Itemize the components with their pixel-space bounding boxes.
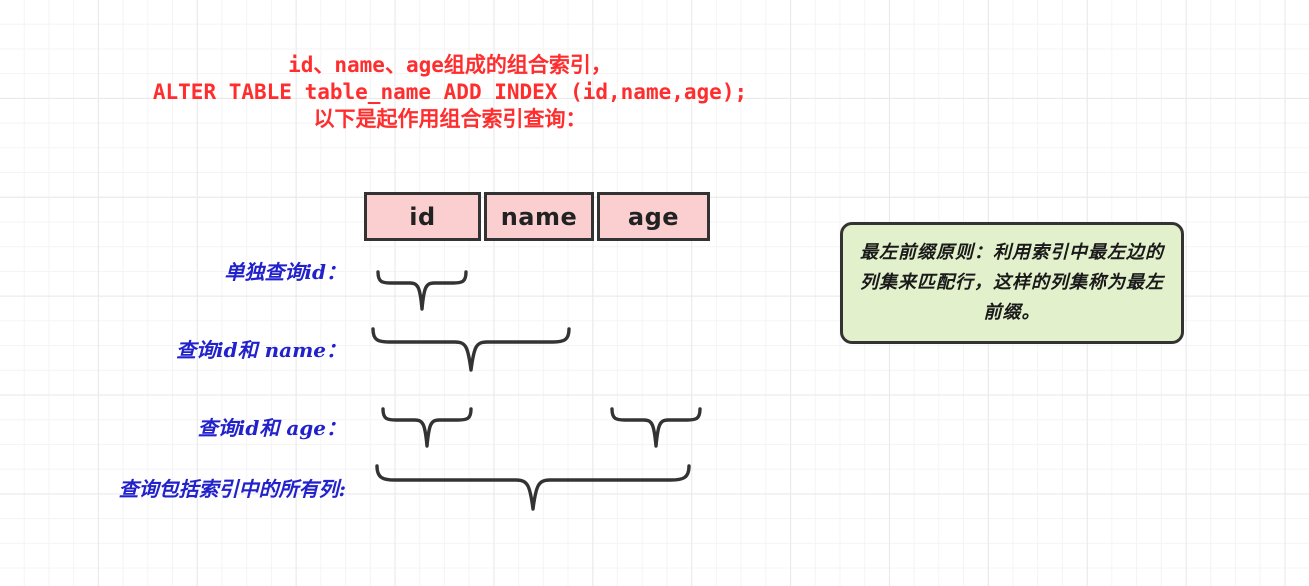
query-row-label-1: 单独查询id： [224,260,346,284]
brace-row-4 [375,464,691,511]
heading-line-3: 以下是起作用组合索引查询： [313,107,587,131]
query-row-label-4: 查询包括索引中的所有列: [118,477,346,501]
heading-line-2: ALTER TABLE table_name ADD INDEX (id,nam… [152,80,748,104]
brace-row-1 [376,270,468,311]
brace-row-3-id [381,407,473,448]
heading-line-1: id、name、age组成的组合索引， [288,53,612,77]
brace-row-3-age [610,407,702,448]
index-column-name: name [484,192,594,241]
brace-row-2 [371,327,571,372]
diagram-canvas: id、name、age组成的组合索引， ALTER TABLE table_na… [0,0,1309,586]
diagram-heading: id、name、age组成的组合索引， ALTER TABLE table_na… [0,52,900,133]
query-row-label-3: 查询id和 age： [197,416,346,440]
index-column-id: id [364,192,481,241]
note-text: 最左前缀原则：利用索引中最左边的列集来匹配行，这样的列集称为最左前缀。 [860,242,1164,323]
leftmost-prefix-note: 最左前缀原则：利用索引中最左边的列集来匹配行，这样的列集称为最左前缀。 [840,222,1184,344]
index-column-age: age [597,192,710,241]
query-row-label-2: 查询id和 name： [176,338,346,362]
